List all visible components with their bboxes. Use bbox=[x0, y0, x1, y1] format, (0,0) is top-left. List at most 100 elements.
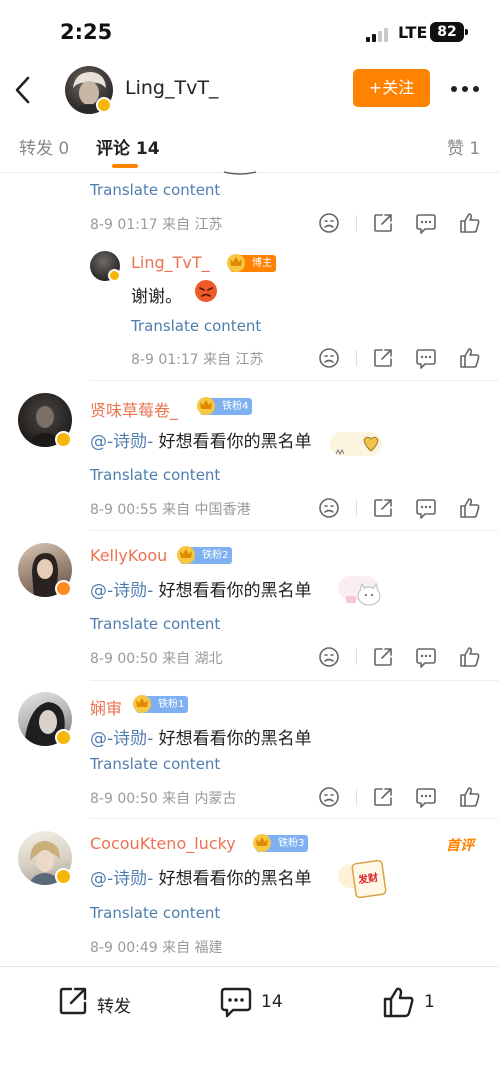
divider bbox=[356, 215, 357, 231]
comment-actions bbox=[318, 212, 483, 236]
dislike-icon[interactable] bbox=[318, 786, 340, 808]
reply-icon[interactable] bbox=[415, 212, 437, 234]
tab-comments[interactable]: 评论 14 bbox=[96, 134, 160, 159]
verified-badge-icon bbox=[55, 431, 72, 448]
mention-link[interactable]: @-诗勋- bbox=[90, 869, 153, 889]
dislike-icon[interactable] bbox=[318, 212, 340, 234]
share-icon[interactable] bbox=[372, 497, 394, 519]
divider bbox=[356, 649, 357, 665]
comment-meta: 8-9 00:50 来自 湖北 bbox=[90, 651, 223, 667]
nav-bar: Ling_TvT_ +关注 bbox=[0, 62, 499, 120]
comment-author[interactable]: KellyKoou bbox=[90, 546, 167, 565]
comment-actions bbox=[318, 347, 483, 371]
comment-text: @-诗勋- 好想看看你的黑名单 bbox=[90, 581, 312, 601]
first-comment-tag: 首评 bbox=[446, 838, 474, 854]
crown-icon bbox=[133, 695, 151, 713]
comment-author[interactable]: Ling_TvT_ bbox=[131, 253, 210, 272]
share-icon[interactable] bbox=[372, 212, 394, 234]
comment-author[interactable]: 贤味草莓卷_ bbox=[90, 397, 178, 421]
comment-meta: 8-9 00:50 来自 内蒙古 bbox=[90, 791, 237, 807]
dislike-icon[interactable] bbox=[318, 646, 340, 668]
cat-sticker-icon bbox=[338, 576, 381, 606]
translate-link[interactable]: Translate content bbox=[90, 466, 220, 484]
tab-reposts[interactable]: 转发 0 bbox=[19, 134, 69, 159]
divider bbox=[90, 680, 499, 681]
fan-badge: 铁粉2 bbox=[177, 546, 233, 564]
comment-author[interactable]: CocouKteno_lucky bbox=[90, 834, 236, 853]
translate-link[interactable]: Translate content bbox=[131, 317, 261, 335]
verified-badge-icon bbox=[108, 269, 121, 282]
crown-icon bbox=[177, 546, 195, 564]
reply-icon[interactable] bbox=[415, 786, 437, 808]
comment-text: 谢谢。 bbox=[131, 287, 182, 307]
thumbs-up-icon bbox=[383, 987, 414, 1018]
reply-icon[interactable] bbox=[415, 497, 437, 519]
tab-likes[interactable]: 赞 1 bbox=[447, 134, 480, 159]
verified-badge-icon bbox=[96, 97, 112, 113]
follow-button[interactable]: +关注 bbox=[353, 69, 430, 107]
dislike-icon[interactable] bbox=[318, 347, 340, 369]
comment-text: @-诗勋- 好想看看你的黑名单 bbox=[90, 729, 312, 749]
crown-icon bbox=[197, 397, 215, 415]
share-icon[interactable] bbox=[372, 646, 394, 668]
repost-icon bbox=[59, 987, 87, 1015]
comment-author[interactable]: 娴审 bbox=[90, 695, 122, 719]
like-icon[interactable] bbox=[459, 497, 481, 519]
network-label: LTE bbox=[398, 23, 428, 42]
divider bbox=[356, 789, 357, 805]
comment-button[interactable]: 14 bbox=[219, 985, 299, 1019]
comment-meta: 8-9 00:49 来自 福建 bbox=[90, 940, 223, 956]
comment-text: @-诗勋- 好想看看你的黑名单 bbox=[90, 869, 312, 889]
sticker-remnant bbox=[223, 171, 257, 175]
mention-link[interactable]: @-诗勋- bbox=[90, 432, 153, 452]
bottom-action-bar: 转发 14 1 bbox=[0, 967, 499, 1080]
translate-link[interactable]: Translate content bbox=[90, 755, 220, 773]
more-icon[interactable] bbox=[451, 86, 481, 94]
repost-button[interactable]: 转发 bbox=[57, 985, 147, 1019]
battery-icon: 82 bbox=[430, 22, 464, 42]
comment-text: @-诗勋- 好想看看你的黑名单 bbox=[90, 432, 312, 452]
comment-actions bbox=[318, 786, 483, 810]
angry-emoji-icon bbox=[195, 280, 217, 302]
divider bbox=[90, 818, 499, 819]
crown-icon bbox=[253, 834, 271, 852]
comment-actions bbox=[318, 497, 483, 521]
fortune-sticker: 发财 bbox=[338, 858, 390, 900]
reply-icon[interactable] bbox=[415, 347, 437, 369]
crown-icon bbox=[227, 254, 245, 272]
like-icon[interactable] bbox=[459, 786, 481, 808]
reply-icon[interactable] bbox=[415, 646, 437, 668]
like-button[interactable]: 1 bbox=[382, 985, 442, 1019]
comment-meta: 8-9 00:55 来自 中国香港 bbox=[90, 502, 251, 518]
divider bbox=[356, 350, 357, 366]
heart-decoration-icon bbox=[330, 432, 382, 456]
verified-badge-icon bbox=[55, 729, 72, 746]
dislike-icon[interactable] bbox=[318, 497, 340, 519]
share-icon[interactable] bbox=[372, 347, 394, 369]
translate-link[interactable]: Translate content bbox=[90, 181, 220, 199]
tab-bar: 转发 0 评论 14 赞 1 bbox=[0, 120, 499, 172]
tab-indicator bbox=[112, 164, 138, 168]
comment-meta: 8-9 01:17 来自 江苏 bbox=[90, 217, 223, 233]
fan-badge: 铁粉3 bbox=[253, 834, 309, 852]
mention-link[interactable]: @-诗勋- bbox=[90, 729, 153, 749]
like-icon[interactable] bbox=[459, 212, 481, 234]
comment-meta: 8-9 01:17 来自 江苏 bbox=[131, 352, 264, 368]
like-icon[interactable] bbox=[459, 347, 481, 369]
translate-link[interactable]: Translate content bbox=[90, 615, 220, 633]
status-time: 2:25 bbox=[60, 20, 113, 44]
verified-badge-icon bbox=[55, 868, 72, 885]
page-title: Ling_TvT_ bbox=[125, 77, 219, 99]
divider bbox=[356, 500, 357, 516]
status-bar: 2:25 LTE 82 bbox=[0, 0, 499, 62]
back-icon[interactable] bbox=[12, 72, 36, 108]
share-icon[interactable] bbox=[372, 786, 394, 808]
host-badge: 博主 bbox=[227, 254, 276, 272]
fan-badge: 铁粉1 bbox=[133, 695, 189, 713]
comment-icon bbox=[220, 987, 252, 1018]
verified-badge-icon bbox=[55, 580, 72, 597]
mention-link[interactable]: @-诗勋- bbox=[90, 581, 153, 601]
like-icon[interactable] bbox=[459, 646, 481, 668]
divider bbox=[90, 530, 499, 531]
translate-link[interactable]: Translate content bbox=[90, 904, 220, 922]
